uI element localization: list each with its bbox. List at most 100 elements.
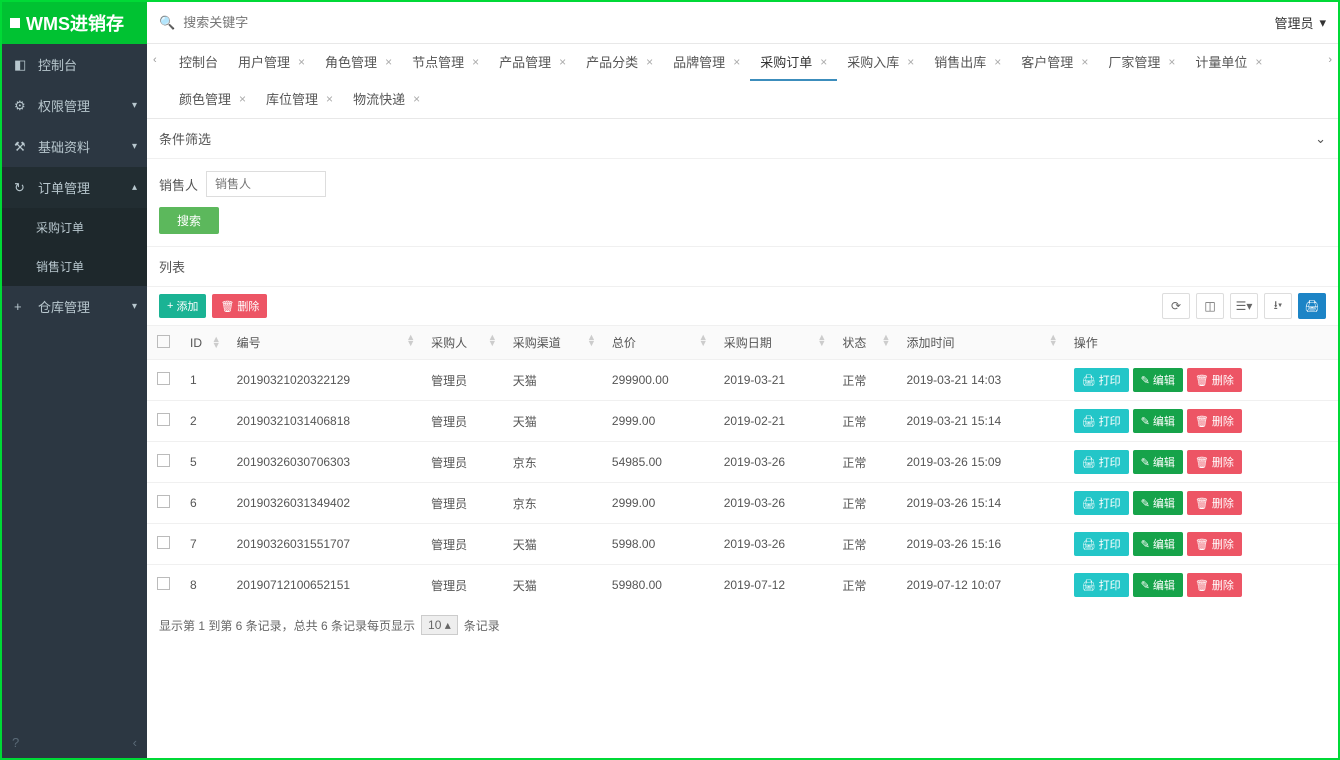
tab-0[interactable]: 控制台 [169, 44, 228, 81]
row-delete-button[interactable]: 🗑删除 [1187, 532, 1242, 556]
select-all-checkbox[interactable] [157, 335, 170, 348]
close-icon[interactable]: × [413, 92, 420, 106]
trash-icon: 🗑 [1195, 497, 1209, 510]
tabs-scroll-right[interactable]: › [1324, 50, 1336, 70]
col-header-3[interactable]: 采购渠道▲▼ [503, 326, 602, 360]
tabs-scroll-left[interactable]: ‹ [149, 50, 161, 70]
col-header-7[interactable]: 添加时间▲▼ [896, 326, 1063, 360]
close-icon[interactable]: × [239, 92, 246, 106]
tab-12[interactable]: 计量单位 × [1185, 44, 1272, 81]
nav-item-4[interactable]: +仓库管理▾ [2, 286, 147, 327]
columns-button[interactable]: ◫ [1196, 293, 1224, 319]
row-edit-button[interactable]: ✎编辑 [1133, 409, 1183, 433]
row-edit-button[interactable]: ✎编辑 [1133, 450, 1183, 474]
brand-logo[interactable]: WMS进销存 [2, 2, 147, 44]
close-icon[interactable]: × [385, 55, 392, 69]
tab-15[interactable]: 物流快递× [343, 81, 430, 118]
cell-date: 2019-07-12 [714, 565, 833, 606]
col-header-5[interactable]: 采购日期▲▼ [714, 326, 833, 360]
tab-11[interactable]: 厂家管理× [1098, 44, 1185, 81]
col-header-6[interactable]: 状态▲▼ [832, 326, 896, 360]
nav-sub-item-0[interactable]: 采购订单 [2, 208, 147, 247]
col-header-8[interactable]: 操作 [1064, 326, 1338, 360]
tab-6[interactable]: 品牌管理× [663, 44, 750, 81]
print-button[interactable]: 🖨 [1298, 293, 1326, 319]
tab-2[interactable]: 角色管理× [315, 44, 402, 81]
row-print-button[interactable]: 🖨打印 [1074, 573, 1129, 597]
row-delete-button[interactable]: 🗑删除 [1187, 368, 1242, 392]
pager: 显示第 1 到第 6 条记录，总共 6 条记录每页显示 10 ▴ 条记录 [147, 605, 1338, 645]
tab-7[interactable]: 采购订单× [750, 44, 837, 81]
row-checkbox[interactable] [157, 454, 170, 467]
close-icon[interactable]: × [472, 55, 479, 69]
user-menu[interactable]: 管理员 ▾ [1274, 13, 1326, 32]
close-icon[interactable]: × [994, 55, 1001, 69]
tab-5[interactable]: 产品分类× [576, 44, 663, 81]
page-size-select[interactable]: 10 ▴ [421, 615, 458, 635]
row-edit-button[interactable]: ✎编辑 [1133, 368, 1183, 392]
tab-13[interactable]: 颜色管理× [169, 81, 256, 118]
row-print-button[interactable]: 🖨打印 [1074, 368, 1129, 392]
row-checkbox[interactable] [157, 413, 170, 426]
nav-item-0[interactable]: ◧控制台 [2, 44, 147, 85]
row-delete-button[interactable]: 🗑删除 [1187, 409, 1242, 433]
add-button[interactable]: +添加 [159, 294, 206, 318]
col-header-1[interactable]: 编号▲▼ [227, 326, 422, 360]
cell-channel: 天猫 [503, 565, 602, 606]
tab-4[interactable]: 产品管理× [489, 44, 576, 81]
view-button[interactable]: ☰▾ [1230, 293, 1258, 319]
refresh-button[interactable]: ⟳ [1162, 293, 1190, 319]
row-edit-button[interactable]: ✎编辑 [1133, 532, 1183, 556]
tab-14[interactable]: 库位管理× [256, 81, 343, 118]
row-checkbox[interactable] [157, 372, 170, 385]
row-checkbox[interactable] [157, 536, 170, 549]
delete-button[interactable]: 🗑删除 [212, 294, 267, 318]
tab-10[interactable]: 客户管理× [1011, 44, 1098, 81]
nav-item-2[interactable]: ⚒基础资料▾ [2, 126, 147, 167]
cell-status: 正常 [832, 565, 896, 606]
chevron-icon: ▾ [132, 100, 137, 111]
close-icon[interactable]: × [326, 92, 333, 106]
close-icon[interactable]: × [820, 55, 827, 69]
cell-created: 2019-03-26 15:16 [896, 524, 1063, 565]
search-input[interactable] [183, 15, 1274, 30]
close-icon[interactable]: × [733, 55, 740, 69]
close-icon[interactable]: × [559, 55, 566, 69]
tab-8[interactable]: 采购入库× [837, 44, 924, 81]
search-button[interactable]: 搜索 [159, 207, 219, 234]
tab-1[interactable]: 用户管理× [228, 44, 315, 81]
plus-icon: + [167, 300, 173, 312]
close-icon[interactable]: × [1081, 55, 1088, 69]
nav-sub-item-1[interactable]: 销售订单 [2, 247, 147, 286]
cell-total: 54985.00 [602, 442, 714, 483]
nav-item-3[interactable]: ↻订单管理▴ [2, 167, 147, 208]
nav-item-1[interactable]: ⚙权限管理▾ [2, 85, 147, 126]
row-print-button[interactable]: 🖨打印 [1074, 450, 1129, 474]
filter-header[interactable]: 条件筛选 ⌄ [147, 119, 1338, 159]
tab-label: 计量单位 [1195, 52, 1247, 71]
row-edit-button[interactable]: ✎编辑 [1133, 573, 1183, 597]
row-delete-button[interactable]: 🗑删除 [1187, 491, 1242, 515]
col-header-2[interactable]: 采购人▲▼ [421, 326, 503, 360]
close-icon[interactable]: × [1255, 55, 1262, 69]
seller-input[interactable] [206, 171, 326, 197]
close-icon[interactable]: × [298, 55, 305, 69]
row-checkbox[interactable] [157, 495, 170, 508]
tab-9[interactable]: 销售出库× [924, 44, 1011, 81]
tab-3[interactable]: 节点管理× [402, 44, 489, 81]
close-icon[interactable]: × [646, 55, 653, 69]
col-header-0[interactable]: ID▲▼ [180, 326, 227, 360]
col-header-4[interactable]: 总价▲▼ [602, 326, 714, 360]
row-edit-button[interactable]: ✎编辑 [1133, 491, 1183, 515]
close-icon[interactable]: × [907, 55, 914, 69]
row-delete-button[interactable]: 🗑删除 [1187, 450, 1242, 474]
export-button[interactable]: ⭳▾ [1264, 293, 1292, 319]
row-delete-button[interactable]: 🗑删除 [1187, 573, 1242, 597]
row-print-button[interactable]: 🖨打印 [1074, 491, 1129, 515]
row-checkbox[interactable] [157, 577, 170, 590]
row-print-button[interactable]: 🖨打印 [1074, 532, 1129, 556]
collapse-sidebar-icon[interactable]: ‹ [133, 735, 137, 750]
close-icon[interactable]: × [1168, 55, 1175, 69]
row-print-button[interactable]: 🖨打印 [1074, 409, 1129, 433]
help-icon[interactable]: ? [12, 735, 19, 750]
